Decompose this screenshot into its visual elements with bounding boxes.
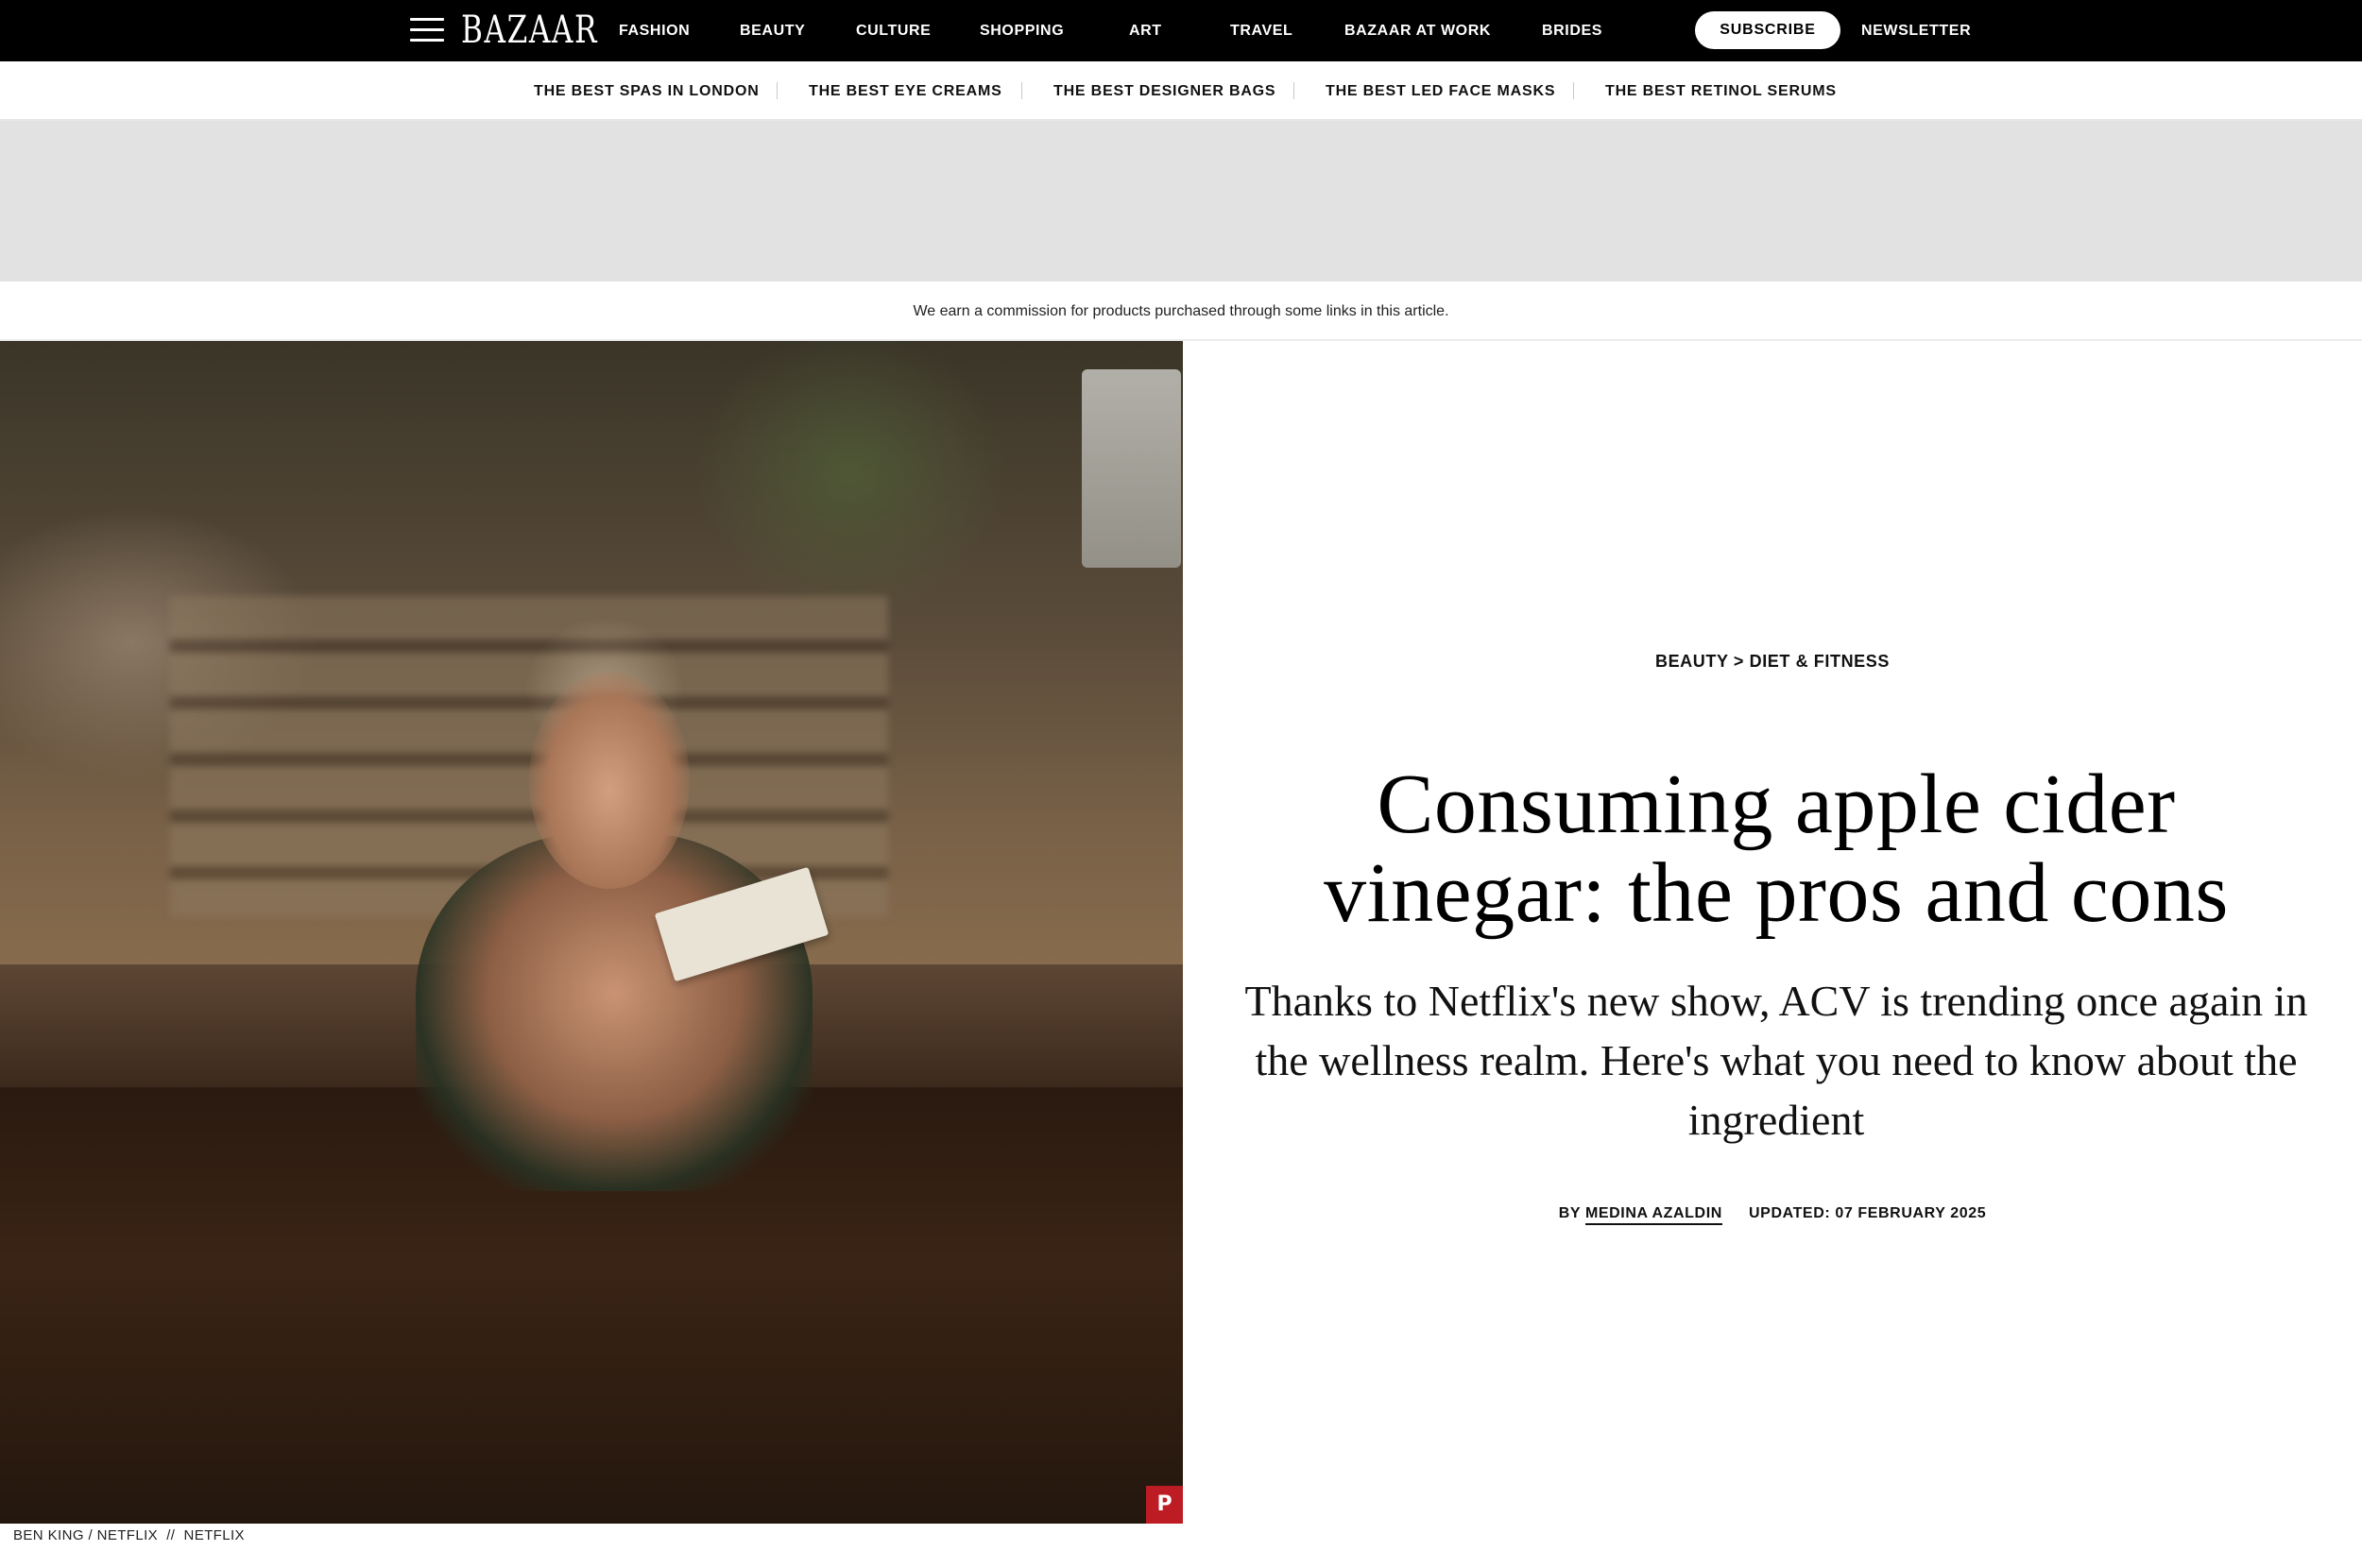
hero-image (0, 341, 1183, 1524)
divider (1021, 82, 1022, 99)
subscribe-button[interactable]: SUBSCRIBE (1695, 11, 1840, 49)
byline: BY MEDINA AZALDIN UPDATED: 07 FEBRUARY 2… (1183, 1205, 2362, 1225)
nav-item-beauty[interactable]: BEAUTY (740, 0, 805, 61)
updated-date: UPDATED: 07 FEBRUARY 2025 (1749, 1205, 1987, 1221)
trending-link-retinol-serums[interactable]: THE BEST RETINOL SERUMS (1605, 61, 1837, 121)
nav-item-art[interactable]: ART (1129, 0, 1162, 61)
hero-image-figure-head (529, 672, 690, 889)
trending-link-designer-bags[interactable]: THE BEST DESIGNER BAGS (1053, 61, 1275, 121)
nav-item-fashion[interactable]: FASHION (619, 0, 690, 61)
hero-image-sign (1082, 369, 1181, 568)
breadcrumb: BEAUTY > DIET & FITNESS (1183, 652, 2362, 672)
trending-link-led-face-masks[interactable]: THE BEST LED FACE MASKS (1326, 61, 1555, 121)
pinterest-icon[interactable]: P (1146, 1486, 1183, 1524)
breadcrumb-beauty[interactable]: BEAUTY (1655, 652, 1728, 671)
breadcrumb-diet-fitness[interactable]: DIET & FITNESS (1750, 652, 1890, 671)
menu-icon[interactable] (410, 16, 444, 44)
nav-item-bazaar-at-work[interactable]: BAZAAR AT WORK (1344, 0, 1491, 61)
nav-item-shopping[interactable]: SHOPPING (980, 0, 1064, 61)
nav-item-brides[interactable]: BRIDES (1542, 0, 1602, 61)
trending-link-eye-creams[interactable]: THE BEST EYE CREAMS (809, 61, 1002, 121)
ad-banner-placeholder (0, 121, 2362, 281)
affiliate-disclosure: We earn a commission for products purcha… (0, 281, 2362, 341)
image-credit: BEN KING / NETFLIX // NETFLIX (13, 1527, 245, 1543)
newsletter-link[interactable]: NEWSLETTER (1861, 0, 1971, 61)
divider (1293, 82, 1294, 99)
author-link[interactable]: MEDINA AZALDIN (1584, 1205, 1722, 1225)
trending-links-bar: THE BEST SPAS IN LONDON THE BEST EYE CRE… (0, 61, 2362, 121)
divider (1573, 82, 1574, 99)
nav-item-culture[interactable]: CULTURE (856, 0, 931, 61)
bazaar-logo[interactable]: BAZAAR (461, 8, 598, 53)
article-dek: Thanks to Netflix's new show, ACV is tre… (1244, 977, 2308, 1144)
divider (777, 82, 778, 99)
article-title: Consuming apple cider vinegar: the pros … (1324, 758, 2229, 940)
nav-item-travel[interactable]: TRAVEL (1230, 0, 1292, 61)
byline-by: BY (1558, 1205, 1581, 1221)
trending-link-spas-london[interactable]: THE BEST SPAS IN LONDON (534, 61, 760, 121)
top-navigation-bar: BAZAAR FASHION BEAUTY CULTURE SHOPPING A… (0, 0, 2362, 61)
breadcrumb-separator: > (1733, 652, 1744, 671)
